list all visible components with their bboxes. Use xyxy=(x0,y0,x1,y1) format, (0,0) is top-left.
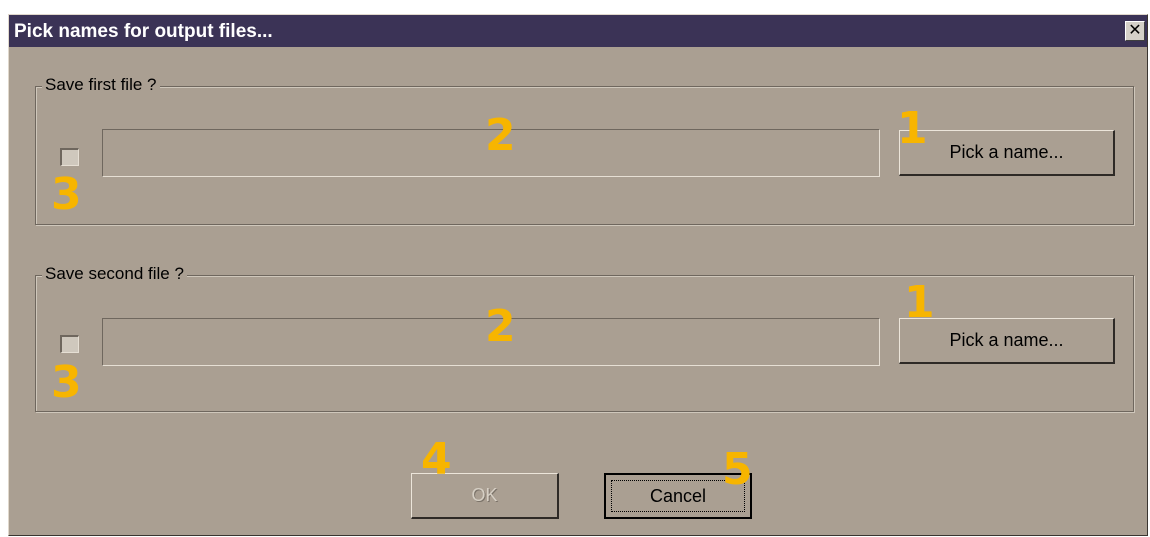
save-first-file-label: Save first file ? xyxy=(42,75,160,95)
marker-4: 4 xyxy=(421,434,452,485)
pick-first-name-button[interactable]: Pick a name... xyxy=(899,130,1115,176)
marker-3-second: 3 xyxy=(51,357,82,408)
marker-3-first: 3 xyxy=(51,169,82,220)
save-second-file-checkbox[interactable] xyxy=(60,335,79,353)
save-second-file-group: Save second file ? Pick a name... xyxy=(35,264,1134,412)
dialog-window: Pick names for output files... ✕ Save fi… xyxy=(8,14,1148,536)
title-bar[interactable]: Pick names for output files... ✕ xyxy=(9,15,1147,47)
marker-1-second: 1 xyxy=(904,277,935,328)
marker-1-first: 1 xyxy=(897,103,928,154)
dialog-title: Pick names for output files... xyxy=(14,21,273,42)
marker-2-first: 2 xyxy=(485,110,516,161)
save-first-file-group: Save first file ? Pick a name... xyxy=(35,75,1134,225)
save-second-file-label: Save second file ? xyxy=(42,264,187,284)
close-icon: ✕ xyxy=(1128,22,1142,39)
close-button[interactable]: ✕ xyxy=(1125,21,1145,41)
marker-5: 5 xyxy=(722,444,753,495)
marker-2-second: 2 xyxy=(485,301,516,352)
save-first-file-checkbox[interactable] xyxy=(60,148,79,166)
cancel-button-label: Cancel xyxy=(649,486,707,506)
